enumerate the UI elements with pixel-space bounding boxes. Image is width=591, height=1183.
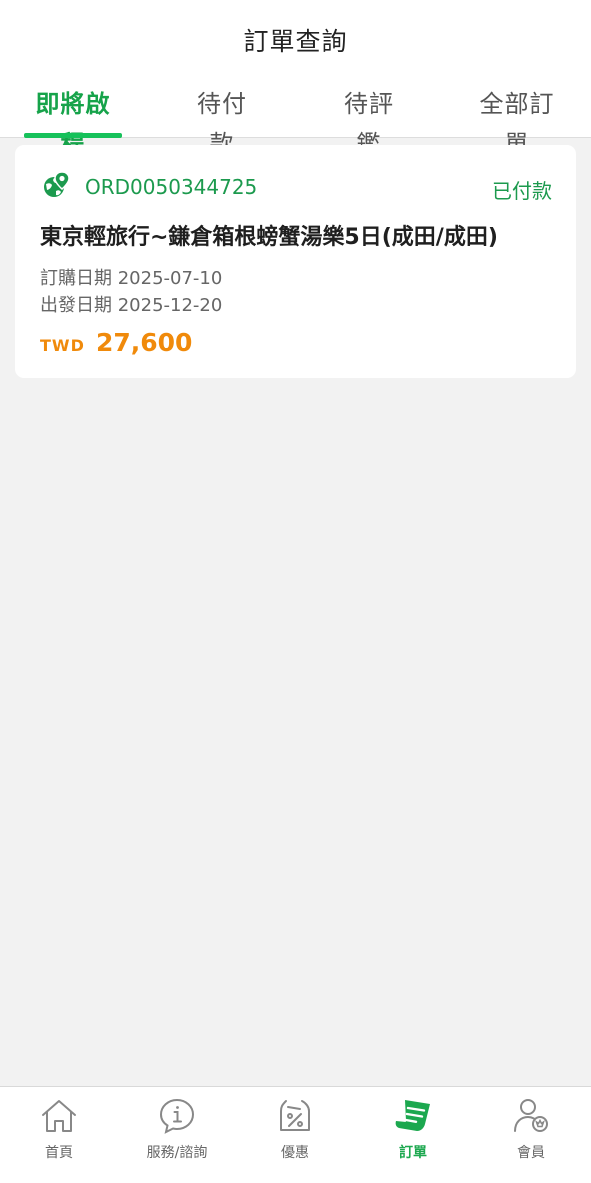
nav-label: 會員 bbox=[517, 1145, 545, 1161]
order-card[interactable]: ORD0050344725 已付款 東京輕旅行~鎌倉箱根螃蟹湯樂5日(成田/成田… bbox=[15, 145, 576, 378]
order-date: 訂購日期 2025-07-10 bbox=[40, 268, 223, 289]
order-tabs: 即將啟程 待付款 待評鑑 全部訂單 bbox=[0, 84, 591, 158]
nav-member[interactable]: 會員 bbox=[472, 1087, 590, 1183]
order-status-badge: 已付款 bbox=[492, 179, 552, 203]
active-tab-indicator bbox=[24, 133, 122, 138]
nav-label: 訂單 bbox=[399, 1145, 427, 1161]
globe-pin-icon bbox=[44, 171, 70, 197]
price-amount: 27,600 bbox=[95, 328, 193, 357]
page-title: 訂單查詢 bbox=[243, 27, 348, 56]
trip-title: 東京輕旅行~鎌倉箱根螃蟹湯樂5日(成田/成田) bbox=[40, 225, 498, 250]
order-number: ORD0050344725 bbox=[85, 175, 258, 199]
price-currency: TWD bbox=[40, 336, 85, 355]
bottom-nav: 首頁 服務/諮詢 優惠 訂單 會員 bbox=[0, 1086, 591, 1183]
header: 訂單查詢 即將啟程 待付款 待評鑑 全部訂單 bbox=[0, 0, 591, 158]
departure-date: 出發日期 2025-12-20 bbox=[40, 295, 223, 316]
nav-label: 服務/諮詢 bbox=[146, 1145, 208, 1161]
order-icon bbox=[395, 1100, 430, 1131]
tab-all-orders[interactable]: 全部訂單 bbox=[468, 84, 566, 158]
tab-upcoming[interactable]: 即將啟程 bbox=[24, 84, 122, 158]
tab-pending-review[interactable]: 待評鑑 bbox=[332, 84, 406, 158]
member-icon bbox=[514, 1099, 548, 1132]
tab-pending-payment[interactable]: 待付款 bbox=[185, 84, 259, 158]
nav-service[interactable]: 服務/諮詢 bbox=[118, 1087, 236, 1183]
nav-label: 優惠 bbox=[281, 1145, 309, 1161]
price: TWD 27,600 bbox=[40, 328, 192, 357]
nav-label: 首頁 bbox=[45, 1145, 73, 1161]
nav-home[interactable]: 首頁 bbox=[0, 1087, 118, 1183]
info-icon bbox=[159, 1098, 195, 1134]
nav-discount[interactable]: 優惠 bbox=[236, 1087, 354, 1183]
discount-tag-icon bbox=[280, 1100, 310, 1131]
nav-orders[interactable]: 訂單 bbox=[354, 1087, 472, 1183]
home-icon bbox=[42, 1100, 76, 1132]
